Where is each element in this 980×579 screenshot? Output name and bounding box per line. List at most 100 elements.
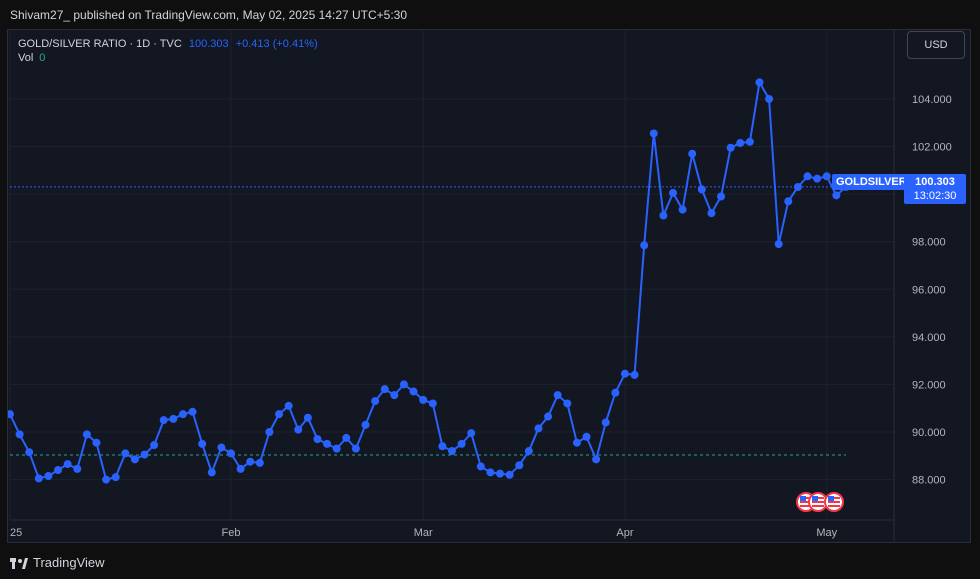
y-tick-label: 102.000 [912, 142, 952, 154]
data-point[interactable] [486, 468, 495, 477]
data-point[interactable] [399, 380, 408, 389]
events-layer[interactable] [796, 492, 844, 512]
data-point[interactable] [34, 474, 43, 483]
data-point[interactable] [524, 447, 533, 456]
data-point[interactable] [44, 471, 53, 480]
data-point[interactable] [275, 410, 284, 419]
data-point[interactable] [92, 438, 101, 447]
data-point[interactable] [25, 448, 34, 457]
data-point[interactable] [467, 429, 476, 438]
data-point[interactable] [284, 401, 293, 410]
data-point[interactable] [188, 407, 197, 416]
data-point[interactable] [178, 410, 187, 419]
data-point[interactable] [611, 388, 620, 397]
data-point[interactable] [130, 455, 139, 464]
time-axis[interactable]: 25 Feb Mar Apr May [10, 527, 838, 539]
data-point[interactable] [246, 457, 255, 466]
data-point[interactable] [419, 395, 428, 404]
data-point[interactable] [544, 412, 553, 421]
data-point[interactable] [323, 439, 332, 448]
data-point[interactable] [793, 182, 802, 191]
data-point[interactable] [438, 442, 447, 451]
data-point[interactable] [553, 391, 562, 400]
data-point[interactable] [563, 399, 572, 408]
data-point[interactable] [265, 427, 274, 436]
data-point[interactable] [678, 205, 687, 214]
data-point[interactable] [745, 137, 754, 146]
symbol-legend[interactable]: GOLD/SILVER RATIO · 1D · TVC 100.303 +0.… [18, 36, 318, 52]
data-point[interactable] [217, 443, 226, 452]
data-point[interactable] [832, 191, 841, 200]
data-point[interactable] [822, 172, 831, 181]
data-point[interactable] [784, 197, 793, 206]
data-point[interactable] [448, 447, 456, 456]
data-point[interactable] [630, 370, 639, 379]
data-point[interactable] [82, 430, 91, 439]
data-point[interactable] [255, 458, 264, 467]
data-point[interactable] [707, 209, 716, 218]
data-point[interactable] [380, 385, 389, 394]
data-point[interactable] [592, 455, 601, 464]
data-point[interactable] [150, 441, 159, 450]
data-point[interactable] [572, 438, 581, 447]
data-point[interactable] [371, 397, 380, 406]
data-point[interactable] [15, 430, 24, 439]
data-point[interactable] [755, 78, 764, 87]
currency-button[interactable]: USD [907, 31, 965, 59]
data-point[interactable] [63, 460, 72, 469]
data-point[interactable] [774, 240, 783, 249]
data-point[interactable] [515, 461, 524, 470]
price-axis[interactable]: 88.000 90.000 92.000 94.000 96.000 98.000 100.… [912, 94, 952, 487]
data-point[interactable] [390, 391, 399, 400]
data-point[interactable] [496, 469, 505, 478]
data-point[interactable] [736, 138, 745, 147]
data-point[interactable] [102, 475, 111, 484]
data-point[interactable] [294, 425, 303, 434]
data-point[interactable] [505, 470, 514, 479]
data-point[interactable] [601, 418, 610, 427]
data-point[interactable] [582, 432, 591, 441]
data-point[interactable] [428, 399, 437, 408]
us-flag-event-icon[interactable] [824, 492, 844, 512]
data-point[interactable] [688, 149, 697, 158]
data-point[interactable] [659, 211, 668, 220]
x-tick-label: Mar [414, 527, 433, 539]
data-point[interactable] [409, 387, 418, 396]
data-point[interactable] [803, 172, 812, 181]
data-point[interactable] [534, 424, 543, 433]
data-point[interactable] [54, 466, 63, 475]
data-point[interactable] [207, 468, 216, 477]
data-point[interactable] [620, 369, 629, 378]
data-point[interactable] [303, 413, 312, 422]
data-point[interactable] [332, 444, 341, 453]
data-point[interactable] [8, 410, 14, 419]
series-name-tag: GOLDSILVER [832, 174, 911, 190]
price-chart[interactable]: 88.000 90.000 92.000 94.000 96.000 98.000 100.… [8, 30, 972, 542]
data-point[interactable] [198, 439, 207, 448]
data-point[interactable] [765, 94, 774, 103]
tradingview-logo[interactable]: TradingView [10, 555, 105, 570]
data-point[interactable] [669, 188, 677, 197]
data-point[interactable] [159, 416, 168, 425]
data-point[interactable] [726, 143, 735, 152]
data-point[interactable] [457, 439, 466, 448]
data-point[interactable] [361, 420, 370, 429]
data-point[interactable] [140, 450, 149, 459]
data-point[interactable] [169, 414, 178, 423]
data-point[interactable] [697, 185, 706, 194]
data-point[interactable] [476, 462, 485, 471]
data-point[interactable] [73, 464, 82, 473]
data-point[interactable] [313, 435, 322, 444]
volume-value: 0 [39, 52, 46, 64]
data-point[interactable] [227, 449, 235, 458]
data-point[interactable] [640, 241, 649, 250]
data-point[interactable] [121, 449, 130, 458]
data-point[interactable] [717, 192, 726, 201]
data-point[interactable] [813, 174, 822, 183]
last-price-value: 100.303 [915, 176, 955, 188]
data-point[interactable] [111, 473, 120, 482]
data-point[interactable] [649, 129, 658, 138]
data-point[interactable] [342, 433, 351, 442]
data-point[interactable] [351, 444, 360, 453]
data-point[interactable] [236, 464, 245, 473]
